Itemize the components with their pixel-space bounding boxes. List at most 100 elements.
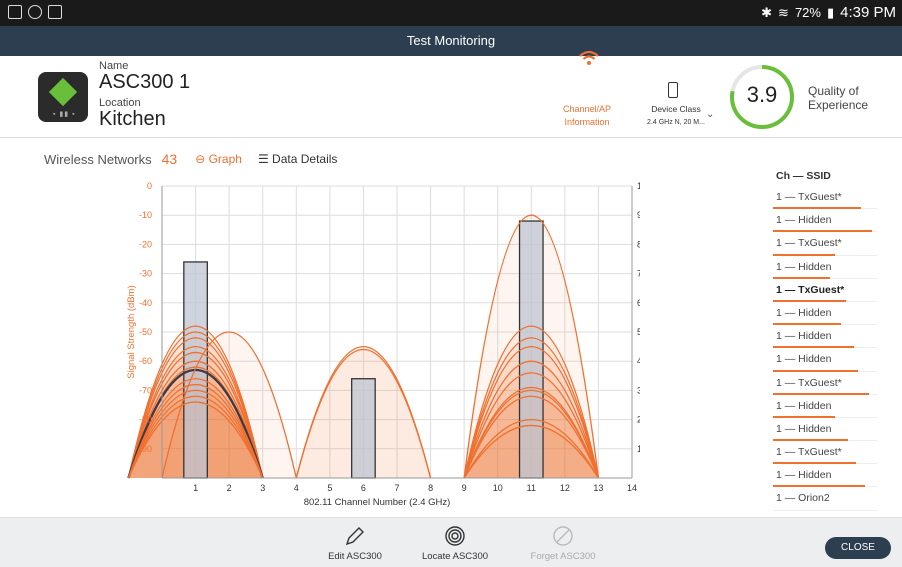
prohibited-icon [518, 525, 608, 551]
y-right-tick-label: 20% [637, 415, 640, 425]
list-icon: ☰ [257, 152, 273, 166]
x-tick-label: 12 [560, 483, 570, 493]
x-tick-label: 8 [428, 483, 433, 493]
wifi-icon[interactable] [579, 50, 599, 71]
y-left-tick-label: -40 [139, 298, 152, 308]
x-tick-label: 10 [493, 483, 503, 493]
x-tick-label: 3 [260, 483, 265, 493]
bluetooth-icon: ✱ [761, 4, 773, 20]
ssid-row-label: 1 — TxGuest* [776, 283, 845, 296]
ssid-row-label: 1 — Hidden [776, 469, 832, 482]
networks-count: 43 [161, 151, 178, 167]
device-name: ASC300 1 [99, 71, 191, 93]
status-bar: ✱ ≋ 72% ▮ 4:39 PM [0, 0, 902, 26]
ssid-row-label: 1 — Hidden [776, 306, 832, 319]
x-axis-label: 802.11 Channel Number (2.4 GHz) [304, 497, 451, 508]
x-tick-label: 6 [361, 483, 366, 493]
phone-icon [668, 82, 678, 98]
pencil-icon [310, 525, 400, 551]
x-tick-label: 13 [593, 483, 603, 493]
y-left-tick-label: -30 [139, 269, 152, 279]
chevron-down-icon[interactable]: ⌄ [706, 109, 714, 120]
close-button[interactable]: CLOSE [825, 537, 891, 559]
y-right-tick-label: 50% [637, 327, 640, 337]
x-tick-label: 14 [627, 483, 637, 493]
ssid-row-label: 1 — Orion2 [776, 492, 830, 505]
x-tick-label: 11 [527, 483, 536, 493]
channel-chart: 1 2 3 4 5 6 7 8 9 10 11 12 13 140-10-20-30-40-50-60-7… [126, 181, 640, 508]
ssid-row[interactable]: 1 — TxGuest* [773, 441, 877, 465]
y-right-tick-label: 10% [637, 444, 640, 454]
ssid-list: Ch — SSID 1 — TxGuest* 1 — Hidden 1 — TxGu… [773, 166, 877, 511]
email-icon [48, 5, 62, 19]
ssid-row[interactable]: 1 — Hidden [773, 418, 877, 442]
device-icon: ▪ ▮▮ ▪ [38, 72, 88, 122]
y-right-tick-label: 70% [637, 269, 640, 279]
qoe-label: Quality of Experience [808, 84, 869, 112]
ssid-row-label: 1 — Hidden [776, 330, 832, 343]
ssid-row[interactable]: 1 — TxGuest* [773, 279, 877, 302]
page-title: Test Monitoring [0, 26, 902, 56]
utilization-bar [518, 220, 544, 479]
y-left-tick-label: -50 [139, 327, 152, 337]
ssid-row[interactable]: 1 — Hidden [773, 325, 877, 349]
forget-asc300-button[interactable]: Forget ASC300 [518, 525, 608, 562]
y-axis-left-label: Signal Strength (dBm) [126, 285, 137, 378]
battery-percent: 72% [794, 5, 821, 20]
image-icon [8, 5, 22, 19]
ssid-row[interactable]: 1 — TxGuest* [773, 232, 877, 256]
locate-asc300-button[interactable]: Locate ASC300 [410, 525, 500, 562]
ssid-row[interactable]: 1 — Hidden [773, 302, 877, 326]
ssid-row[interactable]: 1 — Hidden [773, 348, 877, 372]
message-icon [28, 5, 42, 19]
clock: 4:39 PM [840, 4, 896, 21]
data-details-tab[interactable]: ☰ Data Details [258, 152, 337, 166]
x-tick-label: 9 [462, 483, 467, 493]
networks-label: Wireless Networks [44, 151, 152, 167]
y-left-tick-label: -90 [139, 444, 152, 454]
ssid-row[interactable]: 1 — Orion2 [773, 487, 877, 511]
ssid-row-label: 1 — Hidden [776, 214, 832, 227]
x-tick-label: 2 [227, 483, 232, 493]
y-right-tick-label: 100% [637, 181, 640, 191]
x-tick-label: 1 [193, 483, 198, 493]
device-location: Kitchen [99, 108, 166, 130]
channel-ap-info-button[interactable]: Channel/AP Information [554, 103, 620, 129]
x-tick-label: 7 [394, 483, 399, 493]
y-left-tick-label: -80 [139, 415, 152, 425]
ssid-row[interactable]: 1 — Hidden [773, 256, 877, 279]
ssid-row[interactable]: 1 — Hidden [773, 209, 877, 233]
graph-icon: ⊖ [195, 152, 209, 166]
x-tick-label: 5 [327, 483, 332, 493]
y-right-tick-label: 80% [637, 239, 640, 249]
edit-asc300-button[interactable]: Edit ASC300 [310, 525, 400, 562]
x-tick-label: 4 [294, 483, 299, 493]
ssid-row-label: 1 — Hidden [776, 399, 832, 412]
ssid-row-label: 1 — TxGuest* [776, 446, 842, 459]
y-right-tick-label: 40% [637, 356, 640, 366]
networks-toolbar: Wireless Networks 43 ⊖ Graph ☰ Data Deta… [44, 151, 337, 167]
ssid-row[interactable]: 1 — TxGuest* [773, 186, 877, 210]
utilization-bar [351, 378, 376, 479]
ssid-row-label: 1 — Hidden [776, 260, 832, 273]
ssid-row[interactable]: 1 — Hidden [773, 464, 877, 488]
y-left-tick-label: -70 [139, 385, 152, 395]
ssid-row-label: 1 — Hidden [776, 422, 832, 435]
ssid-row-label: 1 — TxGuest* [776, 237, 842, 250]
y-left-tick-label: 0 [147, 181, 152, 191]
y-right-tick-label: 30% [637, 385, 640, 395]
graph-tab[interactable]: ⊖ Graph [195, 152, 242, 166]
ssid-list-header: Ch — SSID [776, 170, 831, 182]
ssid-row[interactable]: 1 — Hidden [773, 395, 877, 418]
ssid-row-label: 1 — Hidden [776, 353, 832, 366]
locate-icon [410, 525, 500, 551]
y-right-tick-label: 90% [637, 210, 640, 220]
battery-icon: ▮ [826, 4, 835, 20]
ssid-row-label: 1 — TxGuest* [776, 376, 842, 389]
y-left-tick-label: -10 [139, 210, 152, 220]
qoe-value: 3.9 [746, 82, 778, 107]
y-right-tick-label: 60% [637, 298, 640, 308]
ssid-row[interactable]: 1 — TxGuest* [773, 372, 877, 395]
y-left-tick-label: -20 [139, 239, 152, 249]
wifi-status-icon: ≋ [778, 4, 789, 20]
